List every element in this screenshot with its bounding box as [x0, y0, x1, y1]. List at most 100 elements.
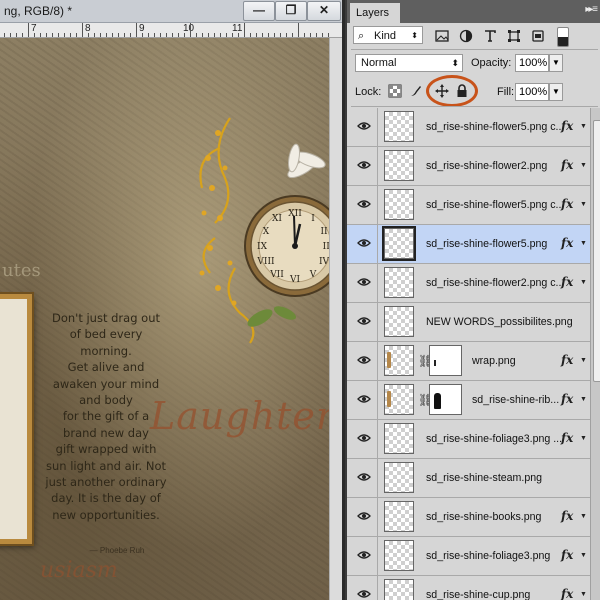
expand-effects-icon[interactable]: ▼ — [580, 435, 587, 442]
eye-icon[interactable] — [357, 316, 371, 326]
layer-name[interactable]: sd_rise-shine-flower2.png — [426, 160, 547, 172]
layer-thumbnail[interactable] — [384, 501, 414, 532]
layer-thumbnail[interactable] — [384, 306, 414, 337]
eye-icon[interactable] — [357, 355, 371, 365]
layer-name[interactable]: NEW WORDS_possibilites.png — [426, 316, 573, 328]
close-button[interactable]: ✕ — [307, 1, 341, 21]
minimize-button[interactable]: — — [243, 1, 275, 21]
layer-row[interactable]: sd_rise-shine-flower5.png fx ▼ — [347, 225, 590, 264]
layer-row[interactable]: sd_rise-shine-flower2.png fx ▼ — [347, 147, 590, 186]
eye-icon[interactable] — [357, 121, 371, 131]
layer-effects-icon[interactable]: fx — [561, 197, 573, 211]
layer-effects-icon[interactable]: fx — [561, 548, 573, 562]
expand-effects-icon[interactable]: ▼ — [580, 240, 587, 247]
fill-input[interactable]: 100% — [515, 83, 549, 101]
layer-name[interactable]: sd_rise-shine-flower5.png — [426, 238, 547, 250]
filter-kind-select[interactable]: ⌕ Kind ⬍ — [353, 26, 423, 44]
layer-name[interactable]: sd_rise-shine-flower2.png c... — [426, 277, 564, 289]
fill-dropdown-button[interactable]: ▼ — [549, 83, 563, 101]
expand-effects-icon[interactable]: ▼ — [580, 552, 587, 559]
layer-effects-icon[interactable]: fx — [561, 509, 573, 523]
type-layer-filter-icon[interactable] — [483, 29, 497, 43]
eye-icon[interactable] — [357, 472, 371, 482]
layer-name[interactable]: sd_rise-shine-foliage3.png — [426, 550, 550, 562]
layer-effects-icon[interactable]: fx — [561, 353, 573, 367]
layer-mask-thumbnail[interactable] — [429, 384, 462, 415]
layer-effects-icon[interactable]: fx — [561, 392, 573, 406]
expand-effects-icon[interactable]: ▼ — [580, 123, 587, 130]
layer-effects-icon[interactable]: fx — [561, 587, 573, 600]
layer-name[interactable]: sd_rise-shine-flower5.png c... — [426, 121, 564, 133]
panel-menu-icon[interactable]: ▸▸ ≡ — [585, 4, 598, 15]
layer-effects-icon[interactable]: fx — [561, 119, 573, 133]
layer-row[interactable]: sd_rise-shine-books.png fx ▼ — [347, 498, 590, 537]
document-vertical-scrollbar[interactable] — [329, 38, 342, 600]
layer-row[interactable]: sd_rise-shine-foliage3.png ... fx ▼ — [347, 420, 590, 459]
opacity-input[interactable]: 100% — [515, 54, 549, 72]
layers-scrollbar-thumb[interactable] — [593, 120, 600, 382]
layer-name[interactable]: sd_rise-shine-cup.png — [426, 589, 530, 600]
layer-name[interactable]: wrap.png — [472, 355, 516, 367]
expand-effects-icon[interactable]: ▼ — [580, 396, 587, 403]
layer-name[interactable]: sd_rise-shine-rib... — [472, 394, 559, 406]
eye-icon[interactable] — [357, 199, 371, 209]
layer-effects-icon[interactable]: fx — [561, 275, 573, 289]
document-title-bar[interactable]: ng, RGB/8) * — ❐ ✕ — [0, 0, 342, 23]
tab-layers[interactable]: Layers — [350, 3, 400, 23]
lock-transparent-pixels-icon[interactable] — [388, 84, 402, 98]
layer-effects-icon[interactable]: fx — [561, 236, 573, 250]
horizontal-ruler[interactable]: 7 8 9 10 11 — [0, 23, 342, 38]
opacity-dropdown-button[interactable]: ▼ — [549, 54, 563, 72]
eye-icon[interactable] — [357, 238, 371, 248]
eye-icon[interactable] — [357, 160, 371, 170]
eye-icon[interactable] — [357, 550, 371, 560]
layer-name[interactable]: sd_rise-shine-steam.png — [426, 472, 542, 484]
filter-toggle-switch[interactable] — [557, 27, 569, 47]
layer-row[interactable]: ⛓ wrap.png fx ▼ — [347, 342, 590, 381]
layer-thumbnail[interactable] — [384, 579, 414, 600]
expand-effects-icon[interactable]: ▼ — [580, 591, 587, 598]
layer-row[interactable]: sd_rise-shine-flower5.png c... fx ▼ — [347, 108, 590, 147]
layer-thumbnail[interactable] — [384, 384, 414, 415]
layers-scrollbar[interactable] — [590, 108, 600, 600]
eye-icon[interactable] — [357, 589, 371, 599]
layer-thumbnail[interactable] — [384, 189, 414, 220]
layer-thumbnail[interactable] — [384, 345, 414, 376]
eye-icon[interactable] — [357, 433, 371, 443]
shape-layer-filter-icon[interactable] — [507, 29, 521, 43]
layer-row[interactable]: sd_rise-shine-flower5.png c... fx ▼ — [347, 186, 590, 225]
layer-row[interactable]: NEW WORDS_possibilites.png — [347, 303, 590, 342]
adjustment-layer-filter-icon[interactable] — [459, 29, 473, 43]
layer-row[interactable]: sd_rise-shine-cup.png fx ▼ — [347, 576, 590, 600]
expand-effects-icon[interactable]: ▼ — [580, 162, 587, 169]
layer-thumbnail[interactable] — [384, 423, 414, 454]
eye-icon[interactable] — [357, 511, 371, 521]
lock-image-pixels-icon[interactable] — [409, 84, 423, 98]
image-canvas[interactable]: utes XII I II II IV V VI VII VIII IX X X… — [0, 38, 329, 600]
eye-icon[interactable] — [357, 394, 371, 404]
layer-row[interactable]: sd_rise-shine-foliage3.png fx ▼ — [347, 537, 590, 576]
eye-icon[interactable] — [357, 277, 371, 287]
layer-row[interactable]: ⛓ sd_rise-shine-rib... fx ▼ — [347, 381, 590, 420]
layer-thumbnail[interactable] — [384, 150, 414, 181]
blend-mode-select[interactable]: Normal ⬍ — [355, 54, 463, 72]
smart-object-filter-icon[interactable] — [531, 29, 545, 43]
layer-effects-icon[interactable]: fx — [561, 158, 573, 172]
expand-effects-icon[interactable]: ▼ — [580, 201, 587, 208]
layer-row[interactable]: sd_rise-shine-flower2.png c... fx ▼ — [347, 264, 590, 303]
layer-effects-icon[interactable]: fx — [561, 431, 573, 445]
expand-effects-icon[interactable]: ▼ — [580, 513, 587, 520]
pixel-layer-filter-icon[interactable] — [435, 29, 449, 43]
layer-mask-thumbnail[interactable] — [429, 345, 462, 376]
layer-thumbnail[interactable] — [384, 267, 414, 298]
expand-effects-icon[interactable]: ▼ — [580, 357, 587, 364]
layer-name[interactable]: sd_rise-shine-foliage3.png ... — [426, 433, 562, 445]
layer-name[interactable]: sd_rise-shine-flower5.png c... — [426, 199, 564, 211]
expand-effects-icon[interactable]: ▼ — [580, 279, 587, 286]
layer-name[interactable]: sd_rise-shine-books.png — [426, 511, 541, 523]
layer-thumbnail[interactable] — [384, 111, 414, 142]
layer-thumbnail[interactable] — [382, 226, 416, 261]
layer-thumbnail[interactable] — [384, 462, 414, 493]
layer-thumbnail[interactable] — [384, 540, 414, 571]
maximize-button[interactable]: ❐ — [275, 1, 307, 21]
